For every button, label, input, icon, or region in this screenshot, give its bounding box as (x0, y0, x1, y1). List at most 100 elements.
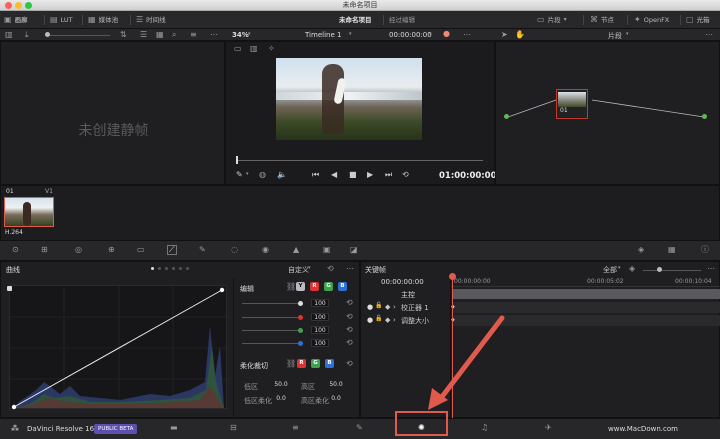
luma-curve[interactable] (13, 289, 223, 408)
chevron-down-icon[interactable]: ▾ (246, 172, 249, 177)
zoom-window-button[interactable] (25, 2, 32, 9)
low-soft-value[interactable]: 0.0 (272, 395, 290, 403)
b-intensity-value[interactable]: 100 (311, 339, 329, 347)
more-options-icon[interactable]: ⋯ (463, 31, 471, 39)
color-match-icon[interactable]: ⊞ (41, 246, 48, 254)
grab-still-icon[interactable]: ⤓ (25, 31, 29, 39)
r-slider-handle[interactable] (298, 315, 303, 320)
diamond-icon[interactable]: ◆ (385, 303, 390, 311)
chevron-down-icon[interactable]: ▾ (248, 32, 251, 37)
pointer-icon[interactable]: ➤ (501, 31, 508, 39)
chevron-right-icon[interactable]: › (393, 316, 396, 324)
media-pool-button[interactable]: ▦ 媒体池 (88, 11, 118, 29)
media-page-icon[interactable]: ▬ (170, 424, 178, 432)
soft-clip-b-button[interactable]: B (325, 359, 334, 368)
master-bar[interactable] (452, 289, 720, 299)
key-icon[interactable]: ▣ (323, 246, 331, 254)
list-icon[interactable]: ≡ (190, 31, 197, 39)
g-intensity-slider[interactable] (242, 330, 302, 331)
page-dot[interactable] (158, 267, 161, 270)
thumbnail-size-slider[interactable] (45, 35, 110, 36)
clip-thumbnail[interactable] (4, 197, 54, 227)
edit-page-icon[interactable]: ≡ (292, 424, 299, 432)
reset-icon[interactable]: ⟲ (346, 299, 353, 307)
chevron-down-icon[interactable]: ▾ (308, 266, 311, 271)
curve-preset[interactable]: 自定义 (288, 265, 309, 275)
page-dot[interactable] (165, 267, 168, 270)
tracker-icon[interactable]: ◉ (262, 246, 269, 254)
output-port[interactable] (702, 114, 707, 119)
info-icon[interactable]: ⓘ (701, 246, 709, 254)
r-channel-button[interactable]: R (310, 282, 319, 291)
g-intensity-value[interactable]: 100 (311, 326, 329, 334)
fairlight-page-icon[interactable]: ♫ (481, 424, 488, 432)
more-options-icon[interactable]: ⋯ (210, 31, 218, 39)
sidebar-toggle-icon[interactable]: ▥ (5, 31, 13, 39)
rgb-mixer-icon[interactable]: ⊕ (108, 246, 115, 254)
b-channel-button[interactable]: B (338, 282, 347, 291)
zoom-slider-handle[interactable] (657, 267, 662, 272)
curve-point-low[interactable] (11, 404, 17, 410)
play-icon[interactable]: ▶ (367, 171, 373, 179)
step-back-icon[interactable]: ◀ (331, 171, 337, 179)
gallery-button[interactable]: ▣ 画廊 (4, 11, 28, 29)
cut-page-icon[interactable]: ⊟ (230, 424, 237, 432)
timeline-button[interactable]: ☰ 时间线 (136, 11, 166, 29)
nodes-button[interactable]: ⌘ 节点 (590, 11, 614, 29)
highlight-icon[interactable]: ◍ (259, 171, 266, 179)
page-dot[interactable] (186, 267, 189, 270)
blur-icon[interactable]: ▲ (293, 246, 299, 254)
page-dot[interactable] (172, 267, 175, 270)
chevron-down-icon[interactable]: ▾ (618, 266, 621, 271)
sort-icon[interactable]: ⇅ (120, 31, 127, 39)
motion-effects-icon[interactable]: ▭ (137, 246, 145, 254)
y-intensity-value[interactable]: 100 (311, 299, 329, 307)
skip-back-icon[interactable]: ⏮ (312, 171, 319, 179)
chevron-down-icon[interactable]: ▾ (626, 32, 629, 37)
link-icon[interactable]: ⛓ (286, 283, 296, 291)
timeline-name[interactable]: Timeline 1 (305, 31, 341, 39)
search-icon[interactable]: ⌕ (172, 31, 176, 39)
lock-icon[interactable]: 🔓 (375, 303, 382, 309)
link-icon[interactable]: ⛓ (286, 360, 296, 368)
high-value[interactable]: 50.0 (327, 381, 345, 389)
reset-icon[interactable]: ⟲ (346, 360, 353, 368)
r-intensity-value[interactable]: 100 (311, 313, 329, 321)
stop-icon[interactable]: ■ (349, 171, 357, 179)
reset-icon[interactable]: ⟲ (327, 265, 334, 273)
reset-icon[interactable]: ⟲ (346, 326, 353, 334)
curve-point-high[interactable] (219, 287, 225, 293)
input-port[interactable] (504, 114, 509, 119)
split-icon[interactable]: ▥ (250, 45, 258, 53)
y-slider-handle[interactable] (298, 301, 303, 306)
b-slider-handle[interactable] (298, 341, 303, 346)
lut-button[interactable]: ▤ LUT (50, 11, 73, 29)
curve-graph[interactable] (9, 285, 228, 410)
reset-icon[interactable]: ⟲ (346, 313, 353, 321)
lock-icon[interactable]: 🔓 (375, 316, 382, 322)
zoom-level[interactable]: 34% (232, 31, 249, 39)
playhead-handle[interactable] (449, 273, 456, 280)
color-wheels-icon[interactable]: ◎ (75, 246, 82, 254)
close-window-button[interactable] (5, 2, 12, 9)
soft-clip-g-button[interactable]: G (311, 359, 320, 368)
high-soft-value[interactable]: 0.0 (327, 395, 345, 403)
scrubber-handle[interactable] (236, 156, 238, 164)
chevron-down-icon[interactable]: ▾ (429, 32, 432, 37)
keyframe-filter[interactable]: 全部 (603, 265, 617, 275)
g-slider-handle[interactable] (298, 328, 303, 333)
sizing-icon[interactable]: ◪ (350, 246, 358, 254)
corrector-node[interactable]: 01 (556, 89, 588, 119)
camera-raw-icon[interactable]: ⊙ (12, 246, 19, 254)
more-options-icon[interactable]: ⋯ (346, 265, 354, 273)
slider-handle[interactable] (45, 32, 50, 37)
low-value[interactable]: 50.0 (272, 381, 290, 389)
soft-clip-r-button[interactable]: R (297, 359, 306, 368)
wand-icon[interactable]: ✧ (268, 45, 275, 53)
scopes-icon[interactable]: ▦ (668, 246, 676, 254)
minimize-window-button[interactable] (15, 2, 22, 9)
chevron-down-icon[interactable]: ▾ (349, 32, 352, 37)
hand-icon[interactable]: ✋ (515, 31, 525, 39)
deliver-page-icon[interactable]: ✈ (545, 424, 552, 432)
more-options-icon[interactable]: ⋯ (707, 265, 715, 273)
